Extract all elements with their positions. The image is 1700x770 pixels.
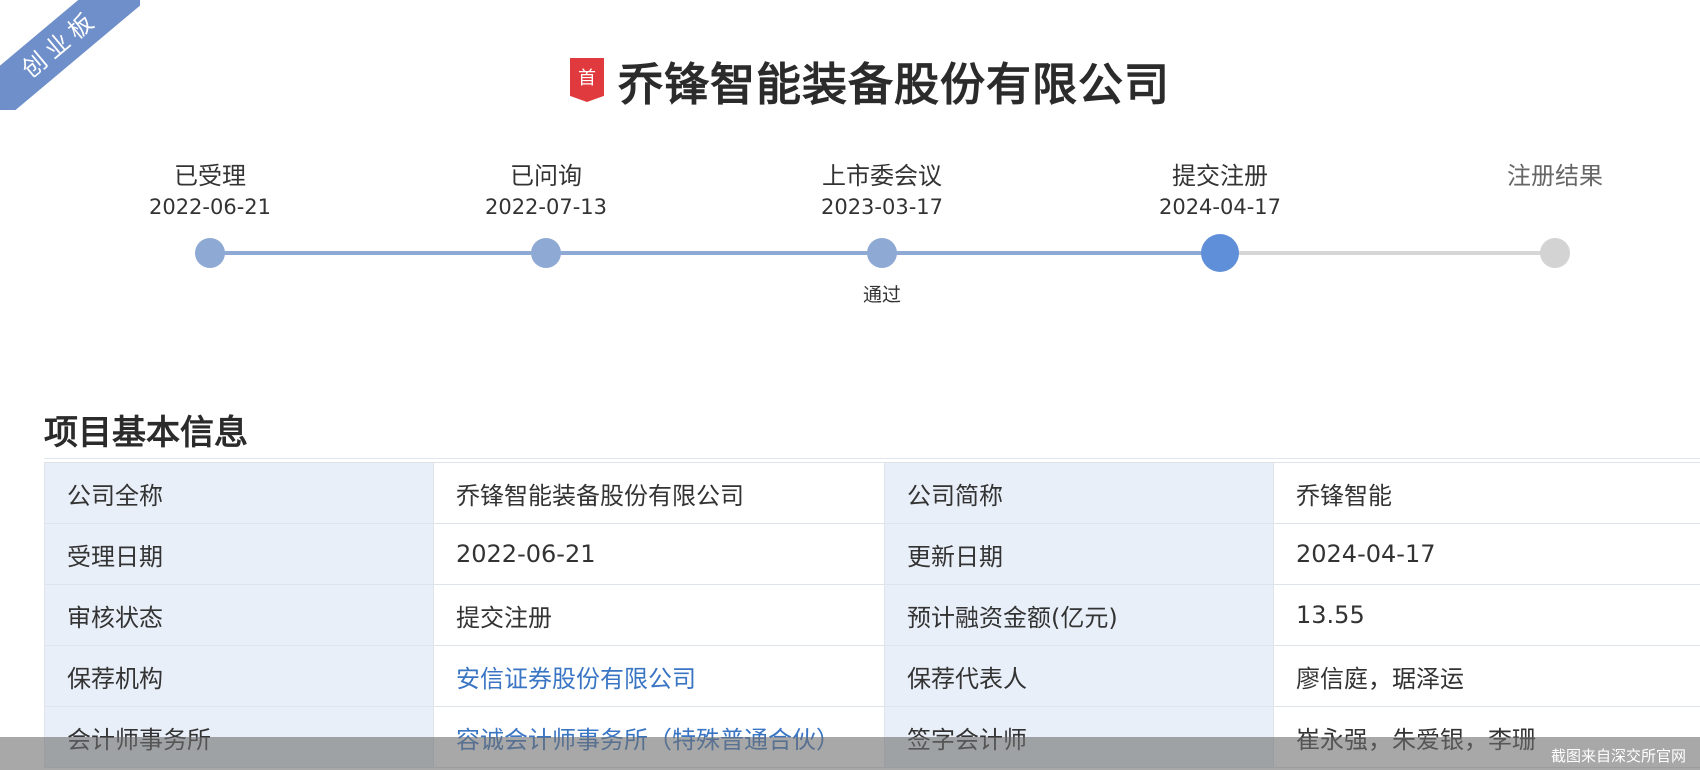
field-label: 审核状态 xyxy=(44,584,434,646)
field-value: 乔锋智能 xyxy=(1273,462,1700,524)
timeline-step-label: 已受理 xyxy=(174,162,246,190)
sponsor-link[interactable]: 安信证券股份有限公司 xyxy=(433,645,885,707)
field-label: 公司简称 xyxy=(884,462,1274,524)
timeline-dot-done xyxy=(867,238,897,268)
timeline-step-label: 提交注册 xyxy=(1172,162,1268,190)
review-progress-timeline: 已受理 2022-06-21 已问询 2022-07-13 上市委会议 2023… xyxy=(0,160,1700,310)
field-label: 保荐代表人 xyxy=(884,645,1274,707)
timeline-step-label: 注册结果 xyxy=(1507,162,1603,190)
field-label: 预计融资金额(亿元) xyxy=(884,584,1274,646)
timeline-step-listing-committee: 上市委会议 2023-03-17 通过 xyxy=(782,160,982,306)
timeline-step-label: 上市委会议 xyxy=(822,162,942,190)
project-info-table: 公司全称 乔锋智能装备股份有限公司 公司简称 乔锋智能 受理日期 2022-06… xyxy=(44,462,1700,768)
field-value: 乔锋智能装备股份有限公司 xyxy=(433,462,885,524)
page-title: 乔锋智能装备股份有限公司 xyxy=(617,57,1170,111)
timeline-step-date: 2023-03-17 xyxy=(820,195,944,219)
field-label: 保荐机构 xyxy=(44,645,434,707)
timeline-dot-current xyxy=(1201,234,1239,272)
timeline-step-date: 2024-04-17 xyxy=(1158,195,1282,219)
field-value: 13.55 xyxy=(1273,584,1700,646)
first-badge-icon: 首 xyxy=(569,58,604,102)
timeline-line-pending xyxy=(1220,251,1555,255)
table-row: 审核状态 提交注册 预计融资金额(亿元) 13.55 xyxy=(44,584,1700,646)
footer-overlay-bar xyxy=(0,737,1700,770)
timeline-step-inquiry: 已问询 2022-07-13 xyxy=(446,160,646,268)
timeline-step-result: 通过 xyxy=(862,284,901,306)
timeline-dot-done xyxy=(531,238,561,268)
section-divider xyxy=(44,458,1700,459)
timeline-step-accepted: 已受理 2022-06-21 xyxy=(110,160,310,268)
section-title: 项目基本信息 xyxy=(44,413,248,453)
source-caption: 截图来自深交所官网 xyxy=(1550,747,1686,765)
timeline-step-registration-result: 注册结果 xyxy=(1455,160,1655,268)
field-value: 2022-06-21 xyxy=(433,523,885,585)
field-value: 2024-04-17 xyxy=(1273,523,1700,585)
field-label: 受理日期 xyxy=(44,523,434,585)
field-label: 公司全称 xyxy=(44,462,434,524)
field-value: 提交注册 xyxy=(433,584,885,646)
field-value: 廖信庭，琚泽运 xyxy=(1273,645,1700,707)
timeline-dot-done xyxy=(195,238,225,268)
field-label: 更新日期 xyxy=(884,523,1274,585)
table-row: 保荐机构 安信证券股份有限公司 保荐代表人 廖信庭，琚泽运 xyxy=(44,645,1700,707)
timeline-step-date: 2022-06-21 xyxy=(148,195,272,219)
table-row: 受理日期 2022-06-21 更新日期 2024-04-17 xyxy=(44,523,1700,585)
timeline-step-label: 已问询 xyxy=(510,162,582,190)
timeline-dot-pending xyxy=(1540,238,1570,268)
timeline-line-completed xyxy=(210,251,1220,255)
page-title-group: 首 乔锋智能装备股份有限公司 xyxy=(569,48,1170,113)
page-title-row: 首 乔锋智能装备股份有限公司 xyxy=(0,48,1700,113)
table-row: 公司全称 乔锋智能装备股份有限公司 公司简称 乔锋智能 xyxy=(44,462,1700,524)
timeline-step-registration-submitted: 提交注册 2024-04-17 xyxy=(1120,160,1320,272)
timeline-step-date: 2022-07-13 xyxy=(484,195,608,219)
timeline-step-date xyxy=(1455,192,1655,222)
